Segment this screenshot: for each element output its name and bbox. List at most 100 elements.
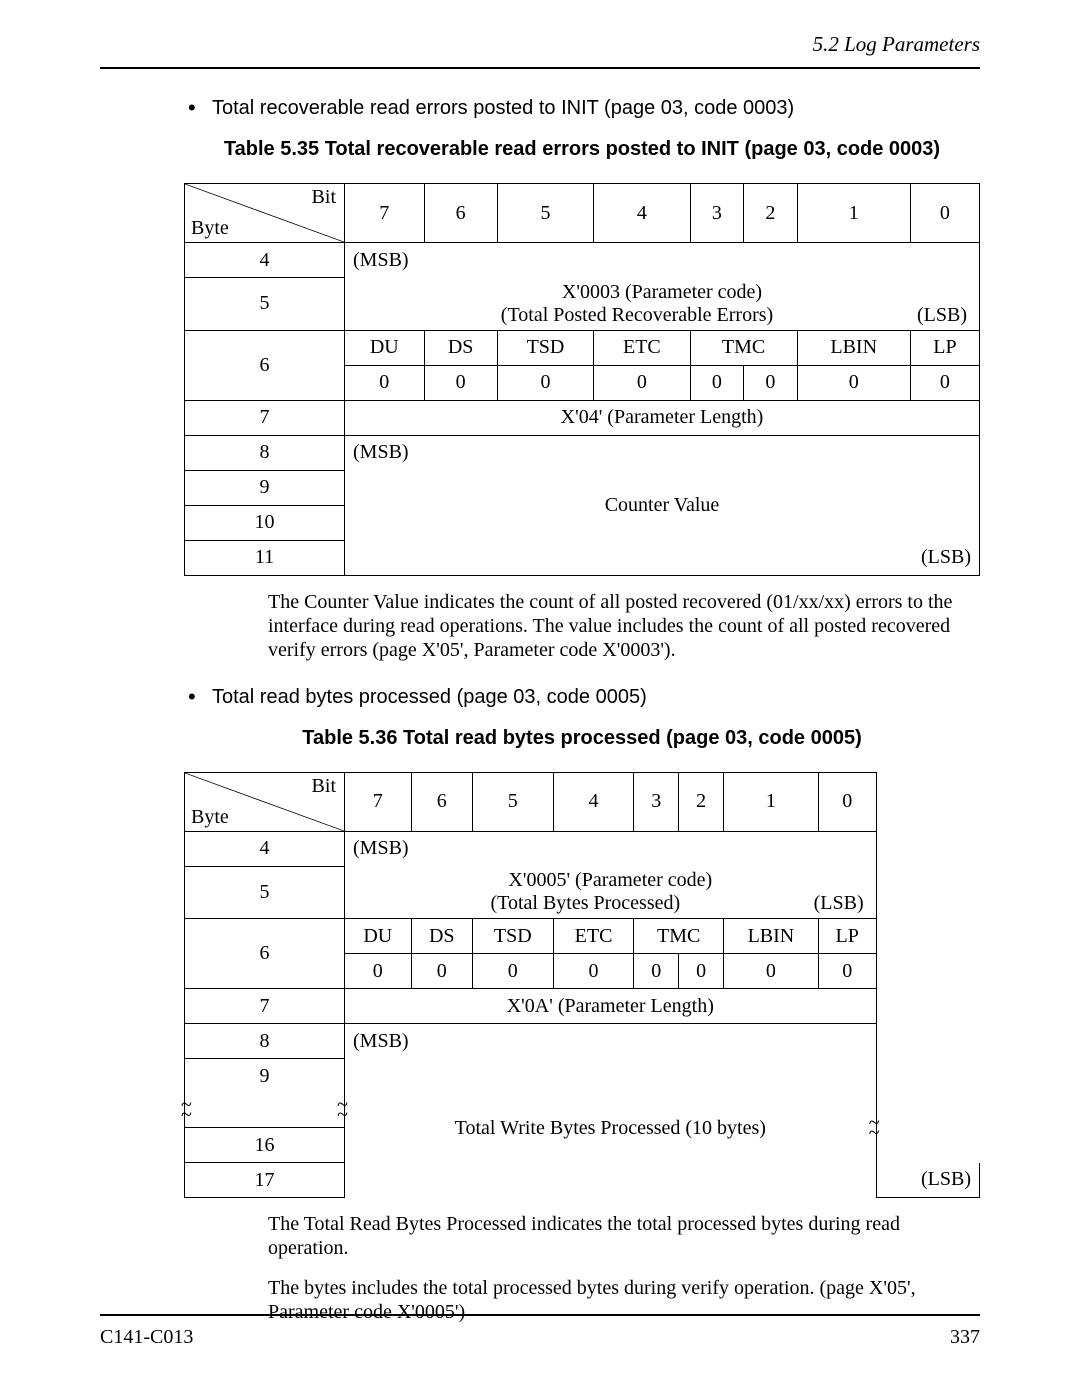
table-caption-1: Table 5.35 Total recoverable read errors…: [184, 138, 980, 161]
running-header: 5.2 Log Parameters: [100, 32, 980, 57]
lbin: LBIN: [723, 919, 818, 954]
bullet-item-2: Total read bytes processed (page 03, cod…: [184, 686, 980, 709]
lbin: LBIN: [797, 330, 910, 365]
byte-7: 7: [185, 400, 345, 435]
paragraph-1: The Counter Value indicates the count of…: [268, 590, 980, 662]
byte-5: 5: [185, 866, 345, 919]
du-val: 0: [345, 365, 425, 400]
ds: DS: [411, 919, 472, 954]
byte-label: Byte: [191, 217, 229, 240]
etc: ETC: [553, 919, 634, 954]
bit-6: 6: [411, 772, 472, 831]
etc-val: 0: [553, 954, 634, 989]
param-sub: (Total Bytes Processed): [490, 892, 680, 915]
lp-val: 0: [910, 365, 979, 400]
param-code: X'0005' (Parameter code): [351, 869, 870, 892]
lsb-label: (LSB): [814, 892, 864, 915]
bit-2: 2: [679, 772, 724, 831]
etc: ETC: [594, 330, 690, 365]
msb-cell: (MSB): [345, 831, 877, 866]
tilde-mid: ~~: [337, 1100, 348, 1120]
tsd-val: 0: [497, 365, 593, 400]
tsd: TSD: [497, 330, 593, 365]
param-code: X'0003 (Parameter code): [351, 281, 973, 304]
bit-0: 0: [910, 184, 979, 243]
byte-8: 8: [185, 435, 345, 470]
param-length: X'04' (Parameter Length): [345, 400, 980, 435]
du-val: 0: [345, 954, 412, 989]
msb-cell-2: (MSB): [345, 435, 980, 470]
header-rule: [100, 67, 980, 69]
lp: LP: [910, 330, 979, 365]
bit-3: 3: [634, 772, 679, 831]
byte-4: 4: [185, 831, 345, 866]
table-5-35: Bit Byte 7 6 5 4 3 2 1 0 4 (MSB) 5 X'000…: [184, 183, 980, 576]
paragraph-2: The Total Read Bytes Processed indicates…: [268, 1212, 980, 1260]
byte-6: 6: [185, 919, 345, 989]
bit-5: 5: [497, 184, 593, 243]
tilde-left: ~~: [181, 1100, 192, 1120]
bit-label-2: Bit: [312, 775, 336, 798]
ds-val: 0: [411, 954, 472, 989]
du: DU: [345, 919, 412, 954]
table-caption-2: Table 5.36 Total read bytes processed (p…: [184, 727, 980, 750]
tmc: TMC: [690, 330, 797, 365]
footer-rule: [100, 1314, 980, 1316]
byte-9: 9: [185, 470, 345, 505]
bit-3: 3: [690, 184, 743, 243]
lsb-label: (LSB): [917, 304, 967, 327]
byte-label-2: Byte: [191, 806, 229, 829]
tmc-val-b: 0: [679, 954, 724, 989]
byte-9: 9: [185, 1059, 345, 1094]
lp-val: 0: [818, 954, 876, 989]
bit-2: 2: [744, 184, 797, 243]
table-5-36: Bit Byte 7 6 5 4 3 2 1 0 4 (MSB) 5 X'000…: [184, 772, 980, 1199]
tilde-right: ~~: [869, 1118, 880, 1138]
byte-7: 7: [185, 989, 345, 1024]
bit-1: 1: [797, 184, 910, 243]
msb-cell-2: (MSB): [345, 1024, 877, 1059]
bit-5: 5: [472, 772, 553, 831]
bit-byte-header: Bit Byte: [185, 184, 345, 243]
lsb-cell-2: (LSB): [345, 540, 980, 575]
byte-11: 11: [185, 540, 345, 575]
bit-4: 4: [553, 772, 634, 831]
tmc-val-b: 0: [744, 365, 797, 400]
param-length: X'0A' (Parameter Length): [345, 989, 877, 1024]
lsb-cell-2: (LSB): [876, 1163, 979, 1198]
msb-cell: (MSB): [345, 243, 980, 278]
ds-val: 0: [424, 365, 497, 400]
byte-5: 5: [185, 278, 345, 331]
page-footer: C141-C013 337: [100, 1306, 980, 1349]
byte-10: 10: [185, 505, 345, 540]
footer-left: C141-C013: [100, 1326, 193, 1349]
etc-val: 0: [594, 365, 690, 400]
bit-4: 4: [594, 184, 690, 243]
du: DU: [345, 330, 425, 365]
byte-4: 4: [185, 243, 345, 278]
tmc: TMC: [634, 919, 724, 954]
tmc-val-a: 0: [634, 954, 679, 989]
byte-8: 8: [185, 1024, 345, 1059]
ds: DS: [424, 330, 497, 365]
footer-right: 337: [950, 1326, 980, 1349]
bit-1: 1: [723, 772, 818, 831]
bullet-item-1: Total recoverable read errors posted to …: [184, 97, 980, 120]
lp: LP: [818, 919, 876, 954]
tsd: TSD: [472, 919, 553, 954]
byte-17: 17: [185, 1163, 345, 1198]
bit-6: 6: [424, 184, 497, 243]
bit-7: 7: [345, 772, 412, 831]
lbin-val: 0: [797, 365, 910, 400]
bit-7: 7: [345, 184, 425, 243]
counter-value: Counter Value: [345, 470, 980, 540]
bit-label: Bit: [312, 186, 336, 209]
lbin-val: 0: [723, 954, 818, 989]
tsd-val: 0: [472, 954, 553, 989]
bit-0: 0: [818, 772, 876, 831]
byte-16: 16: [185, 1128, 345, 1163]
total-bytes-processed: Total Write Bytes Processed (10 bytes): [455, 1117, 766, 1139]
bit-byte-header-2: Bit Byte: [185, 772, 345, 831]
byte-6: 6: [185, 330, 345, 400]
tmc-val-a: 0: [690, 365, 743, 400]
